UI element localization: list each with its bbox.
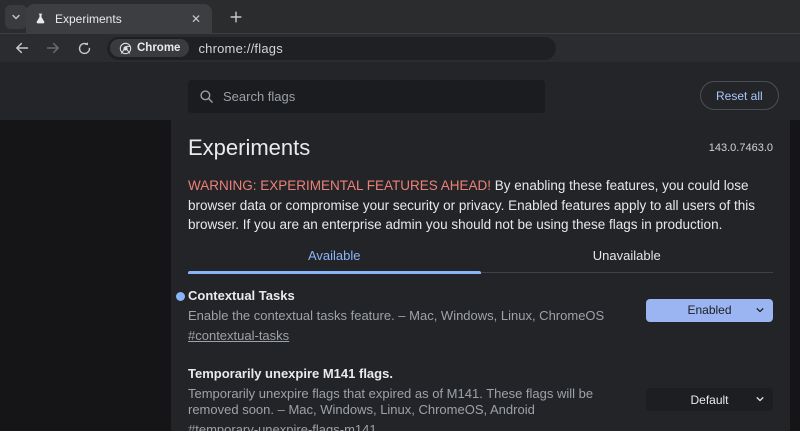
flag-title: Contextual Tasks — [188, 289, 646, 303]
reset-all-button[interactable]: Reset all — [700, 81, 779, 110]
omnibox[interactable]: Chrome chrome://flags — [107, 37, 556, 60]
chevron-down-icon — [755, 394, 765, 404]
browser-window: Experiments ✕ — [0, 0, 800, 431]
version-label: 143.0.7463.0 — [709, 142, 773, 154]
forward-button[interactable] — [41, 36, 65, 60]
new-tab-button[interactable] — [224, 5, 248, 29]
page-content: Experiments 143.0.7463.0 WARNING: EXPERI… — [0, 120, 800, 431]
tab-search-button[interactable] — [5, 5, 27, 29]
flag-permalink[interactable]: #contextual-tasks — [188, 328, 289, 343]
chrome-page-chip[interactable]: Chrome — [110, 39, 189, 57]
chip-label: Chrome — [137, 42, 180, 54]
tab-close-icon[interactable]: ✕ — [188, 11, 204, 27]
flag-description: Temporarily unexpire flags that expired … — [188, 386, 646, 417]
flag-row-contextual-tasks: Contextual Tasks Enable the contextual t… — [188, 289, 773, 346]
flag-row-unexpire-m141: Temporarily unexpire M141 flags. Tempora… — [188, 367, 773, 431]
reload-icon — [77, 41, 92, 56]
warning-highlight: WARNING: EXPERIMENTAL FEATURES AHEAD! — [188, 178, 491, 193]
flags-search-bar: Reset all — [0, 62, 800, 120]
back-arrow-icon — [14, 40, 30, 56]
tab-strip: Experiments ✕ — [0, 0, 800, 33]
chevron-down-icon — [755, 305, 765, 315]
experimental-warning: WARNING: EXPERIMENTAL FEATURES AHEAD! By… — [188, 176, 773, 235]
forward-arrow-icon — [45, 40, 61, 56]
flag-value: Enabled — [687, 303, 731, 317]
flag-info: Temporarily unexpire M141 flags. Tempora… — [188, 367, 646, 431]
flask-icon — [34, 12, 47, 25]
flags-panel: Experiments 143.0.7463.0 WARNING: EXPERI… — [171, 120, 790, 431]
chrome-logo-icon — [119, 42, 132, 55]
tab-unavailable[interactable]: Unavailable — [481, 244, 774, 272]
chevron-down-icon — [10, 11, 22, 23]
flag-value: Default — [690, 393, 728, 407]
tab-available[interactable]: Available — [188, 244, 481, 272]
flag-title: Temporarily unexpire M141 flags. — [188, 367, 646, 381]
flag-permalink[interactable]: #temporary-unexpire-flags-m141 — [188, 422, 377, 431]
reload-button[interactable] — [72, 36, 96, 60]
page-title: Experiments — [188, 135, 310, 160]
search-input[interactable] — [223, 89, 534, 104]
back-button[interactable] — [10, 36, 34, 60]
url-text: chrome://flags — [198, 41, 282, 56]
flag-description: Enable the contextual tasks feature. – M… — [188, 308, 646, 324]
plus-icon — [229, 10, 243, 24]
tab-title: Experiments — [55, 12, 188, 26]
flag-info: Contextual Tasks Enable the contextual t… — [188, 289, 646, 346]
search-icon — [199, 89, 214, 104]
flag-value-select[interactable]: Default — [646, 388, 773, 411]
browser-toolbar: Chrome chrome://flags — [0, 33, 800, 62]
flags-tab-bar: Available Unavailable — [188, 244, 773, 273]
search-box[interactable] — [188, 80, 545, 113]
page-header: Experiments 143.0.7463.0 — [188, 135, 773, 160]
modified-dot-icon — [176, 292, 185, 301]
tab-experiments[interactable]: Experiments ✕ — [26, 4, 212, 33]
flag-value-select[interactable]: Enabled — [646, 299, 773, 322]
